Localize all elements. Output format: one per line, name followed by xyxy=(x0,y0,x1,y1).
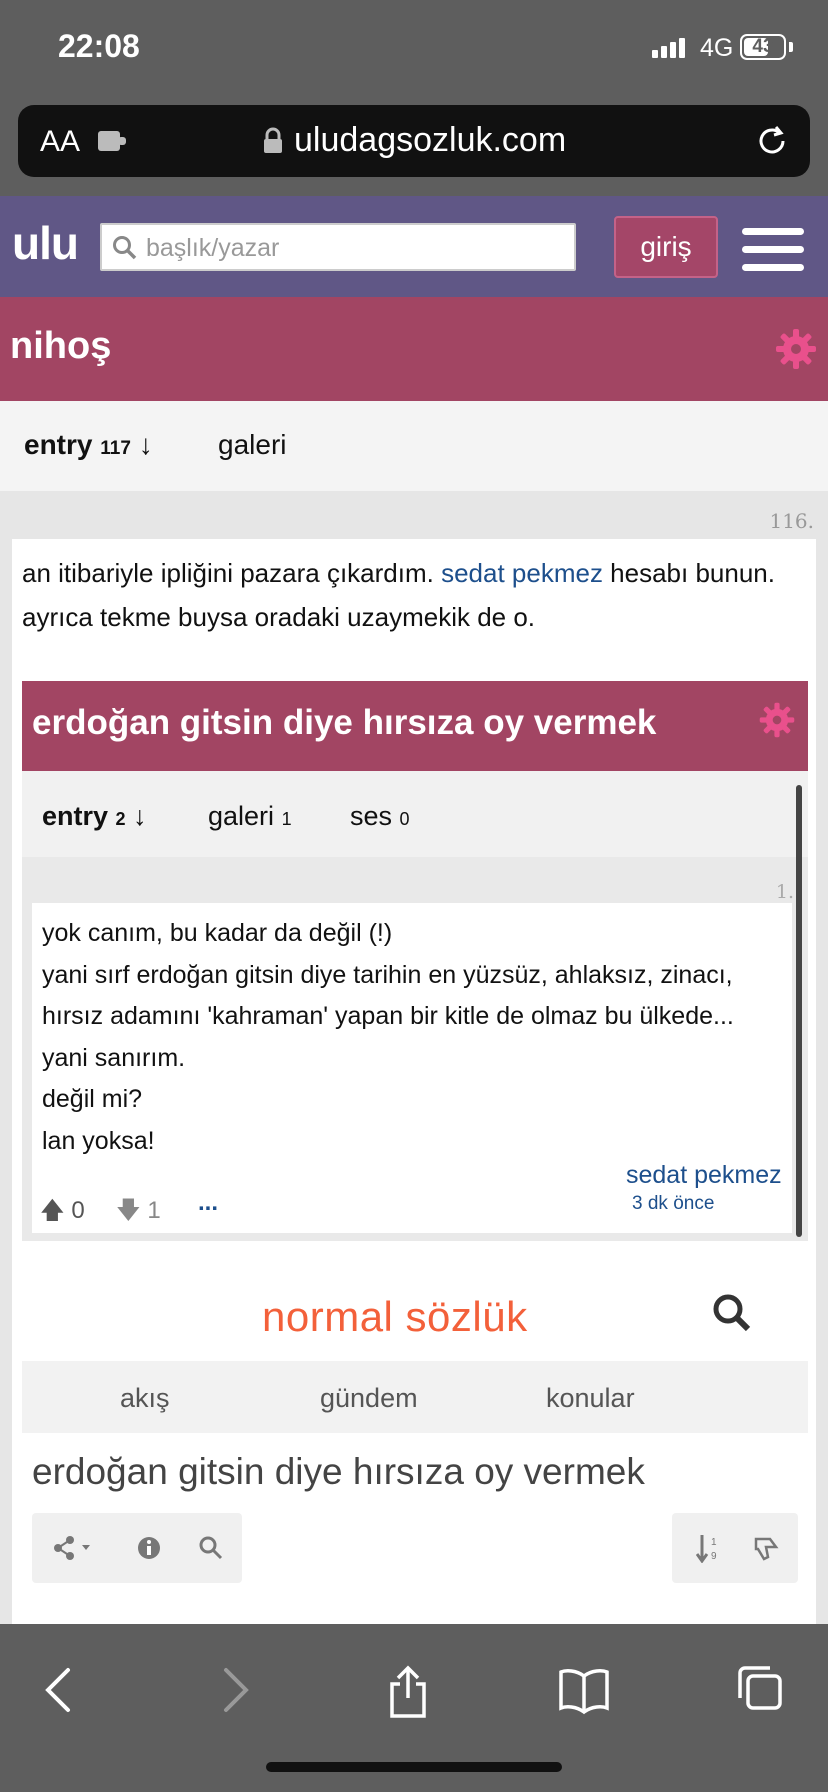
url-text[interactable]: uludagsozluk.com xyxy=(294,121,566,160)
embedded-entry-number: 1. xyxy=(775,881,794,903)
embedded-site-logo: normal sözlük xyxy=(262,1293,528,1340)
embedded-tab-gallery-label: galeri xyxy=(208,801,275,831)
tab-entry-label: entry xyxy=(24,429,93,460)
battery-level: 43 xyxy=(752,36,774,57)
battery-cap xyxy=(789,42,793,52)
share-icon xyxy=(54,1536,90,1560)
forward-icon[interactable] xyxy=(218,1664,254,1721)
tab-gallery[interactable]: galeri xyxy=(218,429,286,461)
embedded-nav-item: konular xyxy=(546,1383,635,1413)
sort-arrow-icon[interactable]: ↓ xyxy=(139,429,153,460)
gear-icon xyxy=(758,701,796,744)
arrow-up-icon: 🡅 xyxy=(40,1197,65,1224)
embedded-tab-sound-label: ses xyxy=(350,801,393,831)
entry-list: 116. an itibariyle ipliğini pazara çıkar… xyxy=(0,491,828,1631)
topic-tabs: entry 117 ↓ galeri xyxy=(0,401,828,491)
embedded-toolbar-left xyxy=(32,1513,242,1583)
embedded-nav-item: akış xyxy=(120,1383,170,1413)
browser-toolbar xyxy=(0,1624,828,1792)
downvote-count: 1 xyxy=(147,1197,161,1224)
entry-text: an itibariyle ipliğini pazara çıkardım. … xyxy=(22,551,802,639)
embedded-tab-gallery: galeri 1 xyxy=(208,801,292,832)
embedded-tab-entry-label: entry xyxy=(42,801,109,831)
embedded-entry-line: yani sanırım. xyxy=(42,1043,186,1072)
upvote-count: 0 xyxy=(71,1197,85,1224)
entry-card: an itibariyle ipliğini pazara çıkardım. … xyxy=(12,539,816,1631)
embedded-entry-text: yok canım, bu kadar da değil (!) yani sı… xyxy=(42,913,792,1162)
embedded-nav-item: gündem xyxy=(320,1383,418,1413)
embedded-tab-entry: entry 2 ↓ xyxy=(42,801,147,832)
search-icon xyxy=(199,1536,223,1560)
embedded-tab-sound: ses 0 xyxy=(350,801,410,832)
battery-icon: 43 xyxy=(740,34,786,60)
entry-number[interactable]: 116. xyxy=(769,509,814,533)
search-box[interactable] xyxy=(100,223,576,271)
embedded-entry-line: yok canım, bu kadar da değil (!) xyxy=(42,919,393,947)
hamburger-menu-icon[interactable] xyxy=(742,228,804,282)
embedded-topic-header: erdoğan gitsin diye hırsıza oy vermek xyxy=(22,681,808,771)
embedded-tab-gallery-count: 1 xyxy=(281,809,292,829)
embedded-nav: akış gündem konular xyxy=(22,1361,808,1433)
embedded-tabs: entry 2 ↓ galeri 1 ses 0 xyxy=(22,771,808,857)
embedded-timestamp: 3 dk önce xyxy=(632,1193,715,1214)
login-button[interactable]: giriş xyxy=(614,216,718,278)
sort-icon: 19 xyxy=(696,1535,717,1563)
embedded-tab-entry-count: 2 xyxy=(115,809,126,829)
search-input[interactable] xyxy=(144,231,568,265)
thumbs-down-icon xyxy=(754,1537,779,1561)
sort-arrow-icon: ↓ xyxy=(133,801,147,831)
arrow-down-icon: 🡇 xyxy=(116,1197,141,1224)
svg-text:9: 9 xyxy=(711,1551,717,1562)
text-size-button[interactable]: AA xyxy=(40,125,80,159)
entry-text-part: an itibariyle ipliğini pazara çıkardım. xyxy=(22,558,442,588)
status-bar: 22:08 4G 43 xyxy=(0,0,828,100)
network-type: 4G xyxy=(700,34,734,62)
embedded-toolbar-right: 19 xyxy=(672,1513,798,1583)
embedded-image[interactable]: erdoğan gitsin diye hırsıza oy vermek en… xyxy=(22,681,808,1241)
search-icon xyxy=(112,235,138,266)
embedded-entry-card: yok canım, bu kadar da değil (!) yani sı… xyxy=(32,903,792,1233)
search-icon xyxy=(712,1293,752,1338)
gear-icon[interactable] xyxy=(774,327,818,376)
signal-icon xyxy=(652,38,688,58)
bookmarks-icon[interactable] xyxy=(558,1664,610,1721)
home-indicator[interactable] xyxy=(266,1762,562,1772)
embedded-image-2[interactable]: normal sözlük akış gündem konular erdoğa… xyxy=(22,1251,808,1631)
embedded-author: sedat pekmez xyxy=(626,1161,782,1189)
reload-icon[interactable] xyxy=(754,123,790,164)
embedded-scrollbar xyxy=(796,785,802,1237)
downvote: 🡇 1 xyxy=(116,1193,161,1234)
tab-entry-count: 117 xyxy=(100,438,131,459)
site-logo[interactable]: ulu xyxy=(12,216,79,270)
lock-icon xyxy=(262,127,284,160)
embedded-entry-line: yani sırf erdoğan gitsin diye tarihin en… xyxy=(42,960,733,989)
site-header: ulu giriş xyxy=(0,196,828,297)
extension-icon[interactable] xyxy=(96,127,130,160)
share-icon[interactable] xyxy=(386,1664,430,1725)
svg-text:1: 1 xyxy=(711,1537,717,1548)
info-icon xyxy=(138,1537,160,1559)
embedded-entry-line: değil mi? xyxy=(42,1085,143,1113)
more-options: ... xyxy=(198,1189,219,1216)
tabs-icon[interactable] xyxy=(736,1664,784,1717)
back-icon[interactable] xyxy=(40,1664,76,1721)
author-link[interactable]: sedat pekmez xyxy=(441,558,603,588)
embedded-entry-line: lan yoksa! xyxy=(42,1126,155,1155)
embedded-tab-sound-count: 0 xyxy=(399,809,410,829)
topic-header: nihoş xyxy=(0,297,828,401)
embedded-topic-title: erdoğan gitsin diye hırsıza oy vermek xyxy=(32,703,657,742)
clock: 22:08 xyxy=(58,28,140,64)
embedded-topic-title-2: erdoğan gitsin diye hırsıza oy vermek xyxy=(32,1451,645,1492)
topic-title[interactable]: nihoş xyxy=(10,325,111,368)
upvote: 🡅 0 xyxy=(40,1193,85,1234)
address-bar[interactable]: AA uludagsozluk.com xyxy=(18,105,810,177)
tab-entry[interactable]: entry 117 ↓ xyxy=(24,429,153,461)
embedded-entry-line: hırsız adamını 'kahraman' yapan bir kitl… xyxy=(42,1002,734,1030)
